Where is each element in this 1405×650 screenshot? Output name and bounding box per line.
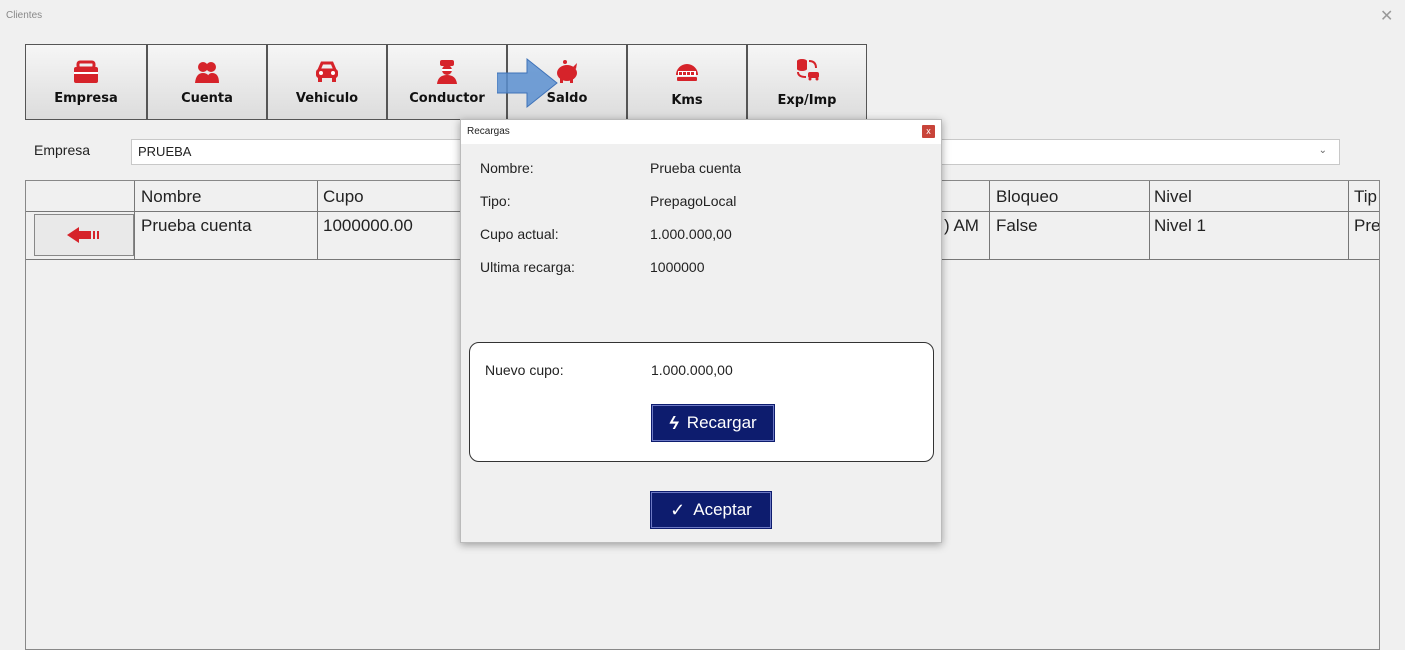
driver-icon — [437, 59, 457, 84]
toolbar-label: Vehiculo — [295, 90, 359, 106]
window-close-button[interactable]: ✕ — [1380, 6, 1393, 26]
users-icon — [195, 61, 219, 83]
cell-fecha[interactable]: ) AM — [944, 216, 979, 236]
cell-bloqueo[interactable]: False — [996, 216, 1038, 236]
toolbar-label: Cuenta — [181, 90, 233, 106]
toolbar-label: Exp/Imp — [777, 92, 837, 108]
tipo-label: Tipo: — [480, 193, 511, 209]
column-header-cupo[interactable]: Cupo — [323, 187, 364, 207]
column-header-bloqueo[interactable]: Bloqueo — [996, 187, 1058, 207]
nombre-value: Prueba cuenta — [650, 160, 742, 176]
dialog-titlebar[interactable]: Recargas x — [461, 120, 941, 144]
piggy-bank-icon — [557, 59, 577, 83]
tipo-value: PrepagoLocal — [650, 193, 737, 209]
ultima-recarga-label: Ultima recarga: — [480, 259, 575, 275]
lightning-icon: ϟ — [669, 412, 679, 433]
grid-divider — [989, 181, 990, 259]
grid-divider — [1348, 181, 1349, 259]
window-title: Clientes — [6, 10, 43, 21]
dialog-close-button[interactable]: x — [922, 125, 935, 138]
toolbar-button-vehiculo[interactable]: Vehiculo — [267, 44, 387, 120]
recargar-button[interactable]: ϟ Recargar — [651, 404, 775, 442]
grid-divider — [1149, 181, 1150, 259]
toolbar-button-conductor[interactable]: Conductor — [387, 44, 507, 120]
nombre-label: Nombre: — [480, 160, 534, 176]
cell-tipo[interactable]: Pre — [1354, 216, 1379, 236]
empresa-label: Empresa — [34, 142, 91, 158]
cell-nivel[interactable]: Nivel 1 — [1154, 216, 1206, 236]
recargar-label: Recargar — [686, 413, 757, 432]
aceptar-button[interactable]: ✓ Aceptar — [650, 491, 772, 529]
aceptar-label: Aceptar — [693, 500, 752, 519]
cell-cupo[interactable]: 1000000.00 — [323, 216, 413, 236]
odometer-icon — [676, 63, 698, 81]
recargas-dialog: Recargas x Nombre: Prueba cuenta Tipo: P… — [460, 119, 942, 543]
export-import-icon — [797, 58, 819, 80]
cell-nombre[interactable]: Prueba cuenta — [141, 216, 252, 236]
toolbar-button-cuenta[interactable]: Cuenta — [147, 44, 267, 120]
nuevo-cupo-label: Nuevo cupo: — [485, 362, 564, 378]
toolbar-label: Saldo — [546, 90, 588, 106]
toolbar: Empresa Cuenta Vehiculo Conductor Saldo … — [25, 44, 867, 122]
chevron-down-icon: ⌄ — [1318, 145, 1327, 156]
grid-divider — [317, 181, 318, 259]
column-header-nivel[interactable]: Nivel — [1154, 187, 1192, 207]
cupo-actual-label: Cupo actual: — [480, 226, 559, 242]
toolbar-button-exp-imp[interactable]: Exp/Imp — [747, 44, 867, 120]
toolbar-label: Conductor — [409, 90, 485, 106]
toolbar-button-saldo[interactable]: Saldo — [507, 44, 627, 120]
car-icon — [316, 61, 338, 82]
nuevo-cupo-input[interactable]: 1.000.000,00 — [651, 362, 733, 378]
toolbar-button-kms[interactable]: Kms — [627, 44, 747, 120]
arrow-left-icon — [67, 227, 99, 243]
ultima-recarga-value: 1000000 — [650, 259, 705, 275]
grid-divider — [134, 181, 135, 259]
dialog-title: Recargas — [467, 126, 510, 137]
recharge-panel: Nuevo cupo: 1.000.000,00 ϟ Recargar — [469, 342, 934, 462]
briefcase-icon — [74, 60, 98, 83]
toolbar-label: Kms — [671, 92, 703, 108]
toolbar-label: Empresa — [54, 90, 118, 106]
toolbar-button-empresa[interactable]: Empresa — [25, 44, 147, 120]
check-icon: ✓ — [670, 499, 686, 520]
column-header-nombre[interactable]: Nombre — [141, 187, 201, 207]
cupo-actual-value: 1.000.000,00 — [650, 226, 732, 242]
empresa-select-value: PRUEBA — [138, 144, 192, 159]
column-header-tipo[interactable]: Tip — [1354, 187, 1377, 207]
row-select-button[interactable] — [34, 214, 134, 256]
